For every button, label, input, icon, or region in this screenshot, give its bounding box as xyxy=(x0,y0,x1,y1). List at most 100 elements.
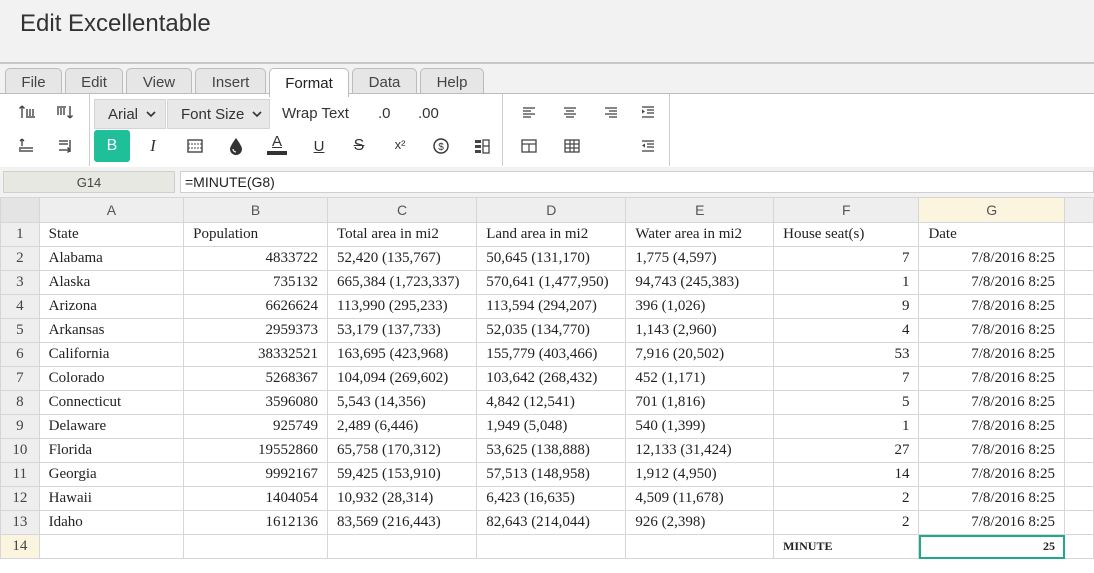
cell-c11[interactable]: 59,425 (153,910) xyxy=(326,462,478,487)
cell-a8[interactable]: Connecticut xyxy=(38,390,185,415)
cell-d9[interactable]: 1,949 (5,048) xyxy=(476,414,627,439)
cell-d10[interactable]: 53,625 (138,888) xyxy=(476,438,627,463)
cell-overflow[interactable] xyxy=(1064,462,1094,487)
cell-c1[interactable]: Total area in mi2 xyxy=(326,222,478,247)
cell-g12[interactable]: 7/8/2016 8:25 xyxy=(918,486,1065,511)
cell-b4[interactable]: 6626624 xyxy=(183,294,328,319)
cell-b6[interactable]: 38332521 xyxy=(183,342,328,367)
column-header-e[interactable]: E xyxy=(625,197,775,223)
cell-e3[interactable]: 94,743 (245,383) xyxy=(625,270,775,295)
bold-button[interactable]: B xyxy=(94,130,130,162)
cell-f5[interactable]: 4 xyxy=(773,318,920,343)
cell-d2[interactable]: 50,645 (131,170) xyxy=(476,246,627,271)
cell-g5[interactable]: 7/8/2016 8:25 xyxy=(918,318,1065,343)
cell-b1[interactable]: Population xyxy=(183,222,328,247)
row-header[interactable]: 9 xyxy=(0,414,40,439)
cell-d14[interactable] xyxy=(476,534,627,559)
cell-c5[interactable]: 53,179 (137,733) xyxy=(326,318,478,343)
cell-f8[interactable]: 5 xyxy=(773,390,920,415)
cell-d4[interactable]: 113,594 (294,207) xyxy=(476,294,627,319)
cell-g9[interactable]: 7/8/2016 8:25 xyxy=(918,414,1065,439)
row-header[interactable]: 14 xyxy=(0,534,40,559)
cell-f10[interactable]: 27 xyxy=(773,438,920,463)
cell-d12[interactable]: 6,423 (16,635) xyxy=(476,486,627,511)
cell-d13[interactable]: 82,643 (214,044) xyxy=(476,510,627,535)
cell-f1[interactable]: House seat(s) xyxy=(773,222,920,247)
cell-c8[interactable]: 5,543 (14,356) xyxy=(326,390,478,415)
row-header[interactable]: 1 xyxy=(0,222,40,247)
row-header[interactable]: 3 xyxy=(0,270,40,295)
cell-g14[interactable]: 25 xyxy=(918,534,1065,559)
font-family-dropdown[interactable]: Arial xyxy=(94,99,166,129)
row-header[interactable]: 11 xyxy=(0,462,40,487)
indent-icon[interactable] xyxy=(632,97,664,127)
row-header[interactable]: 2 xyxy=(0,246,40,271)
cell-overflow[interactable] xyxy=(1064,486,1094,511)
cell-a6[interactable]: California xyxy=(38,342,185,367)
cell-d8[interactable]: 4,842 (12,541) xyxy=(476,390,627,415)
cell-d1[interactable]: Land area in mi2 xyxy=(476,222,627,247)
cell-d6[interactable]: 155,779 (403,466) xyxy=(476,342,627,367)
cell-c7[interactable]: 104,094 (269,602) xyxy=(326,366,478,391)
cell-f4[interactable]: 9 xyxy=(773,294,920,319)
cell-b5[interactable]: 2959373 xyxy=(183,318,328,343)
cell-f12[interactable]: 2 xyxy=(773,486,920,511)
cell-overflow[interactable] xyxy=(1064,318,1094,343)
row-header[interactable]: 8 xyxy=(0,390,40,415)
font-size-dropdown[interactable]: Font Size xyxy=(167,99,270,129)
column-header-f[interactable]: F xyxy=(773,197,920,223)
wrap-text-button[interactable]: Wrap Text xyxy=(282,105,349,122)
cell-a13[interactable]: Idaho xyxy=(38,510,185,535)
cell-b11[interactable]: 9992167 xyxy=(183,462,328,487)
cell-f6[interactable]: 53 xyxy=(773,342,920,367)
cell-f2[interactable]: 7 xyxy=(773,246,920,271)
cell-g4[interactable]: 7/8/2016 8:25 xyxy=(918,294,1065,319)
cell-b2[interactable]: 4833722 xyxy=(183,246,328,271)
cell-g11[interactable]: 7/8/2016 8:25 xyxy=(918,462,1065,487)
menu-view[interactable]: View xyxy=(126,68,192,95)
cell-g7[interactable]: 7/8/2016 8:25 xyxy=(918,366,1065,391)
cell-a14[interactable] xyxy=(38,534,185,559)
italic-button[interactable]: I xyxy=(137,131,169,161)
menu-insert[interactable]: Insert xyxy=(195,68,266,95)
cell-g10[interactable]: 7/8/2016 8:25 xyxy=(918,438,1065,463)
cell-d5[interactable]: 52,035 (134,770) xyxy=(476,318,627,343)
menu-format[interactable]: Format xyxy=(269,68,349,97)
column-header-a[interactable]: A xyxy=(38,197,185,223)
cell-e1[interactable]: Water area in mi2 xyxy=(625,222,775,247)
cell-overflow[interactable] xyxy=(1064,366,1094,391)
cell-e2[interactable]: 1,775 (4,597) xyxy=(625,246,775,271)
cell-b12[interactable]: 1404054 xyxy=(183,486,328,511)
cell-f14[interactable]: MINUTE xyxy=(773,534,920,559)
cell-e10[interactable]: 12,133 (31,424) xyxy=(625,438,775,463)
row-header[interactable]: 7 xyxy=(0,366,40,391)
cell-d11[interactable]: 57,513 (148,958) xyxy=(476,462,627,487)
cell-e8[interactable]: 701 (1,816) xyxy=(625,390,775,415)
cell-g8[interactable]: 7/8/2016 8:25 xyxy=(918,390,1065,415)
column-header-d[interactable]: D xyxy=(476,197,627,223)
menu-data[interactable]: Data xyxy=(352,68,417,95)
cell-f7[interactable]: 7 xyxy=(773,366,920,391)
cell-e11[interactable]: 1,912 (4,950) xyxy=(625,462,775,487)
cell-a12[interactable]: Hawaii xyxy=(38,486,185,511)
cell-f11[interactable]: 14 xyxy=(773,462,920,487)
cell-b3[interactable]: 735132 xyxy=(183,270,328,295)
strikethrough-button[interactable]: S xyxy=(343,131,375,161)
cell-b13[interactable]: 1612136 xyxy=(183,510,328,535)
cell-reference-box[interactable]: G14 xyxy=(3,171,175,193)
cell-overflow[interactable] xyxy=(1064,510,1094,535)
cell-e9[interactable]: 540 (1,399) xyxy=(625,414,775,439)
merge-cells-icon[interactable] xyxy=(513,131,545,161)
cell-a2[interactable]: Alabama xyxy=(38,246,185,271)
cell-a11[interactable]: Georgia xyxy=(38,462,185,487)
cell-g1[interactable]: Date xyxy=(918,222,1065,247)
cell-d3[interactable]: 570,641 (1,477,950) xyxy=(476,270,627,295)
cell-e7[interactable]: 452 (1,171) xyxy=(625,366,775,391)
row-header[interactable]: 10 xyxy=(0,438,40,463)
insert-column-left-icon[interactable] xyxy=(11,131,43,161)
cell-b10[interactable]: 19552860 xyxy=(183,438,328,463)
menu-file[interactable]: File xyxy=(5,68,62,95)
currency-icon[interactable]: $ xyxy=(425,131,457,161)
column-header-b[interactable]: B xyxy=(183,197,328,223)
cell-e14[interactable] xyxy=(625,534,775,559)
